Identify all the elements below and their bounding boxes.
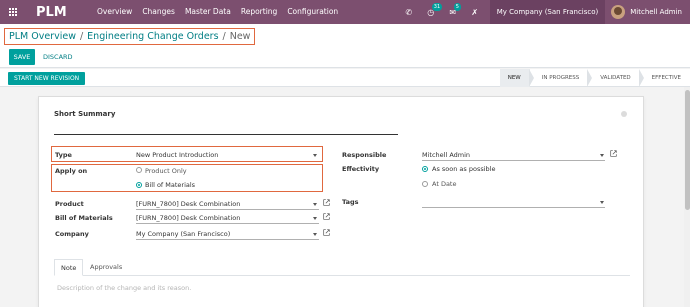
product-dropdown-caret-icon[interactable] xyxy=(313,203,317,206)
company-dropdown-caret-icon[interactable] xyxy=(313,233,317,236)
tags-label: Tags xyxy=(342,198,359,206)
breadcrumb: PLM Overview / Engineering Change Orders… xyxy=(4,28,256,45)
breadcrumb-eco[interactable]: Engineering Change Orders xyxy=(87,31,218,42)
company-field-underline xyxy=(136,239,319,240)
responsible-field-underline xyxy=(422,160,605,161)
tab-approvals[interactable]: Approvals xyxy=(84,259,128,276)
apply-on-product-only-label[interactable]: Product Only xyxy=(145,167,187,175)
debug-tools-icon[interactable]: ✗ xyxy=(464,8,486,17)
apps-menu-icon[interactable] xyxy=(0,0,26,24)
bom-field-underline xyxy=(136,223,319,224)
form-sheet: Short Summary Type New Product Introduct… xyxy=(38,96,644,307)
kanban-status-dot[interactable] xyxy=(621,111,627,117)
scrollbar-thumb[interactable] xyxy=(685,90,690,210)
phone-icon[interactable]: ✆ xyxy=(398,8,420,17)
responsible-dropdown-caret-icon[interactable] xyxy=(600,154,604,157)
bom-label: Bill of Materials xyxy=(55,214,113,222)
save-button[interactable]: SAVE xyxy=(9,49,35,65)
user-menu[interactable]: Mitchell Admin xyxy=(605,0,690,24)
stage-validated[interactable]: VALIDATED xyxy=(587,69,639,87)
start-new-revision-button[interactable]: START NEW REVISION xyxy=(8,72,86,85)
apply-on-bom-label[interactable]: Bill of Materials xyxy=(145,181,195,189)
effectivity-at-date-label[interactable]: At Date xyxy=(432,180,456,188)
top-navbar: PLM Overview Changes Master Data Reporti… xyxy=(0,0,690,24)
navbar-right: ✆ ◷ 31 ✉ 5 ✗ My Company (San Francisco) Mi… xyxy=(398,0,690,24)
breadcrumb-plm-overview[interactable]: PLM Overview xyxy=(9,31,76,42)
message-count-badge: 5 xyxy=(453,2,461,11)
stage-in-progress[interactable]: IN PROGRESS xyxy=(528,69,589,87)
responsible-field[interactable]: Mitchell Admin xyxy=(422,151,470,159)
menu-master-data[interactable]: Master Data xyxy=(180,0,236,24)
discard-button[interactable]: DISCARD xyxy=(43,49,73,65)
breadcrumb-separator: / xyxy=(79,31,84,42)
bom-external-link-icon[interactable] xyxy=(323,213,330,220)
company-field[interactable]: My Company (San Francisco) xyxy=(136,230,230,238)
company-switcher[interactable]: My Company (San Francisco) xyxy=(489,0,606,24)
activity-clock-icon[interactable]: ◷ 31 xyxy=(420,2,443,17)
main-menu: Overview Changes Master Data Reporting C… xyxy=(92,0,343,24)
menu-overview[interactable]: Overview xyxy=(92,0,137,24)
product-label: Product xyxy=(55,200,84,208)
responsible-external-link-icon[interactable] xyxy=(610,150,617,157)
user-name: Mitchell Admin xyxy=(630,8,682,16)
stage-effective[interactable]: EFFECTIVE xyxy=(638,69,690,87)
stage-pipeline: NEW IN PROGRESS VALIDATED EFFECTIVE xyxy=(499,69,690,87)
note-textarea[interactable]: Description of the change and its reason… xyxy=(57,284,191,292)
notebook-tabs: Note Approvals xyxy=(54,259,630,276)
avatar xyxy=(611,5,626,19)
breadcrumb-separator: / xyxy=(222,31,226,42)
tab-note[interactable]: Note xyxy=(54,259,84,276)
short-summary-label: Short Summary xyxy=(54,110,116,118)
bom-dropdown-caret-icon[interactable] xyxy=(313,217,317,220)
product-field[interactable]: [FURN_7800] Desk Combination xyxy=(136,200,240,208)
stage-new[interactable]: NEW xyxy=(499,69,530,87)
short-summary-input[interactable] xyxy=(54,134,398,135)
control-panel: PLM Overview / Engineering Change Orders… xyxy=(0,24,690,68)
type-select[interactable]: New Product Introduction xyxy=(136,151,218,159)
effectivity-label: Effectivity xyxy=(342,165,380,173)
apply-on-bom-radio[interactable] xyxy=(136,182,142,188)
breadcrumb-current: New xyxy=(229,31,251,42)
type-dropdown-caret-icon[interactable] xyxy=(313,154,317,157)
menu-reporting[interactable]: Reporting xyxy=(236,0,282,24)
responsible-label: Responsible xyxy=(342,151,387,159)
effectivity-at-date-radio[interactable] xyxy=(422,181,428,187)
app-brand[interactable]: PLM xyxy=(36,5,86,20)
company-label: Company xyxy=(55,230,89,238)
apply-on-label: Apply on xyxy=(55,167,88,175)
company-external-link-icon[interactable] xyxy=(323,229,330,236)
bom-field[interactable]: [FURN_7800] Desk Combination xyxy=(136,214,240,222)
menu-changes[interactable]: Changes xyxy=(137,0,180,24)
menu-configuration[interactable]: Configuration xyxy=(282,0,343,24)
effectivity-asap-radio[interactable] xyxy=(422,166,428,172)
product-external-link-icon[interactable] xyxy=(323,199,330,206)
status-bar: START NEW REVISION NEW IN PROGRESS VALID… xyxy=(0,69,690,87)
messages-chat-icon[interactable]: ✉ 5 xyxy=(442,2,464,17)
type-label: Type xyxy=(55,151,72,159)
tags-dropdown-caret-icon[interactable] xyxy=(600,201,604,204)
product-field-underline xyxy=(136,209,319,210)
effectivity-asap-label[interactable]: As soon as possible xyxy=(432,165,495,173)
tags-field[interactable] xyxy=(422,207,605,208)
apply-on-product-only-radio[interactable] xyxy=(136,167,142,173)
activity-count-badge: 31 xyxy=(431,2,443,11)
